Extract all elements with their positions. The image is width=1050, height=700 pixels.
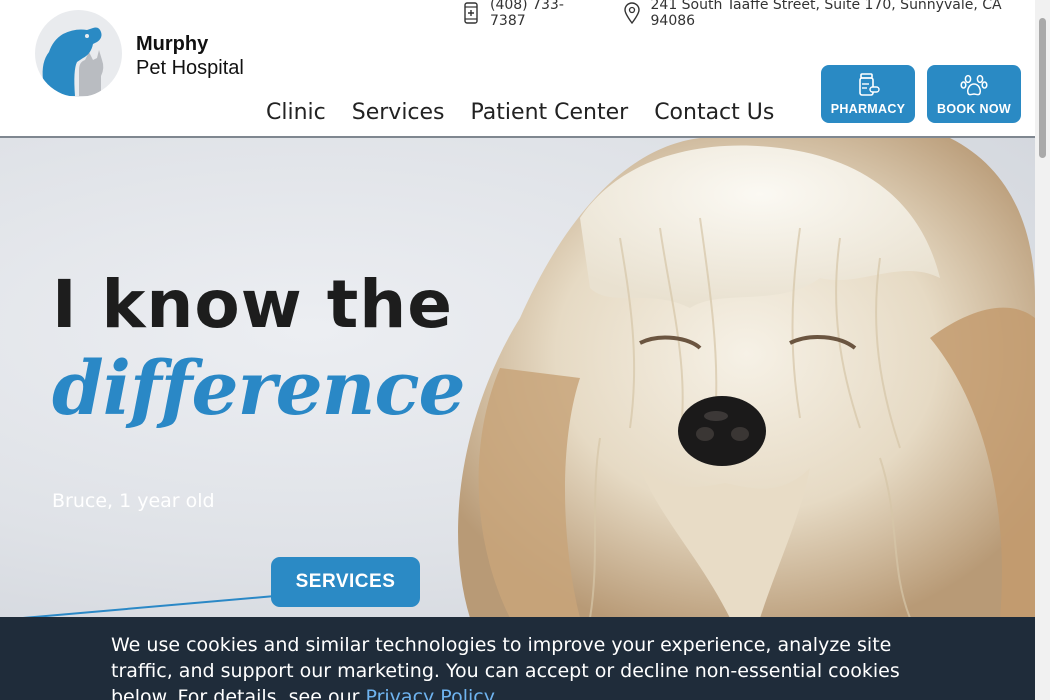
hero-subtitle: difference <box>52 346 466 432</box>
nav-item-patient-center[interactable]: Patient Center <box>471 100 629 125</box>
dog-cat-logo-icon <box>42 27 104 96</box>
hero-section: I know the difference Bruce, 1 year old … <box>0 138 1035 618</box>
cookie-text: We use cookies and similar technologies … <box>111 634 900 700</box>
contact-bar: (408) 733-7387 241 South Taaffe Street, … <box>460 0 1036 29</box>
phone-icon <box>462 2 480 24</box>
cookie-message: We use cookies and similar technologies … <box>111 632 911 700</box>
brand-name-line1: Murphy <box>136 33 209 55</box>
page-scrollbar[interactable] <box>1035 0 1050 700</box>
logo-text[interactable]: Murphy Pet Hospital <box>136 33 244 81</box>
address-link[interactable]: 241 South Taaffe Street, Suite 170, Sunn… <box>623 0 1036 29</box>
services-button[interactable]: SERVICES <box>271 557 420 607</box>
pharmacy-button[interactable]: PHARMACY <box>821 65 915 123</box>
location-pin-icon <box>623 2 641 25</box>
book-now-button[interactable]: BOOK NOW <box>927 65 1021 123</box>
main-nav: Clinic Services Patient Center Contact U… <box>266 100 800 125</box>
phone-link[interactable]: (408) 733-7387 <box>462 0 595 29</box>
hero-caption: Bruce, 1 year old <box>52 490 215 512</box>
privacy-policy-link[interactable]: Privacy Policy <box>365 686 494 700</box>
address-text: 241 South Taaffe Street, Suite 170, Sunn… <box>650 0 1002 29</box>
paw-icon <box>960 74 988 96</box>
hero-title: I know the <box>52 266 454 343</box>
logo[interactable] <box>35 10 122 97</box>
pharmacy-label: PHARMACY <box>830 102 906 116</box>
scrollbar-thumb[interactable] <box>1039 18 1046 158</box>
phone-number: (408) 733-7387 <box>490 0 564 29</box>
site-header: Murphy Pet Hospital (408) 733-7387 241 S… <box>0 0 1035 138</box>
cookie-banner: We use cookies and similar technologies … <box>0 617 1035 700</box>
pill-bottle-icon <box>859 73 880 96</box>
brand-name-line2: Pet Hospital <box>136 57 244 79</box>
nav-item-contact-us[interactable]: Contact Us <box>654 100 774 125</box>
book-now-label: BOOK NOW <box>937 102 1011 116</box>
nav-item-clinic[interactable]: Clinic <box>266 100 326 125</box>
nav-item-services[interactable]: Services <box>352 100 445 125</box>
